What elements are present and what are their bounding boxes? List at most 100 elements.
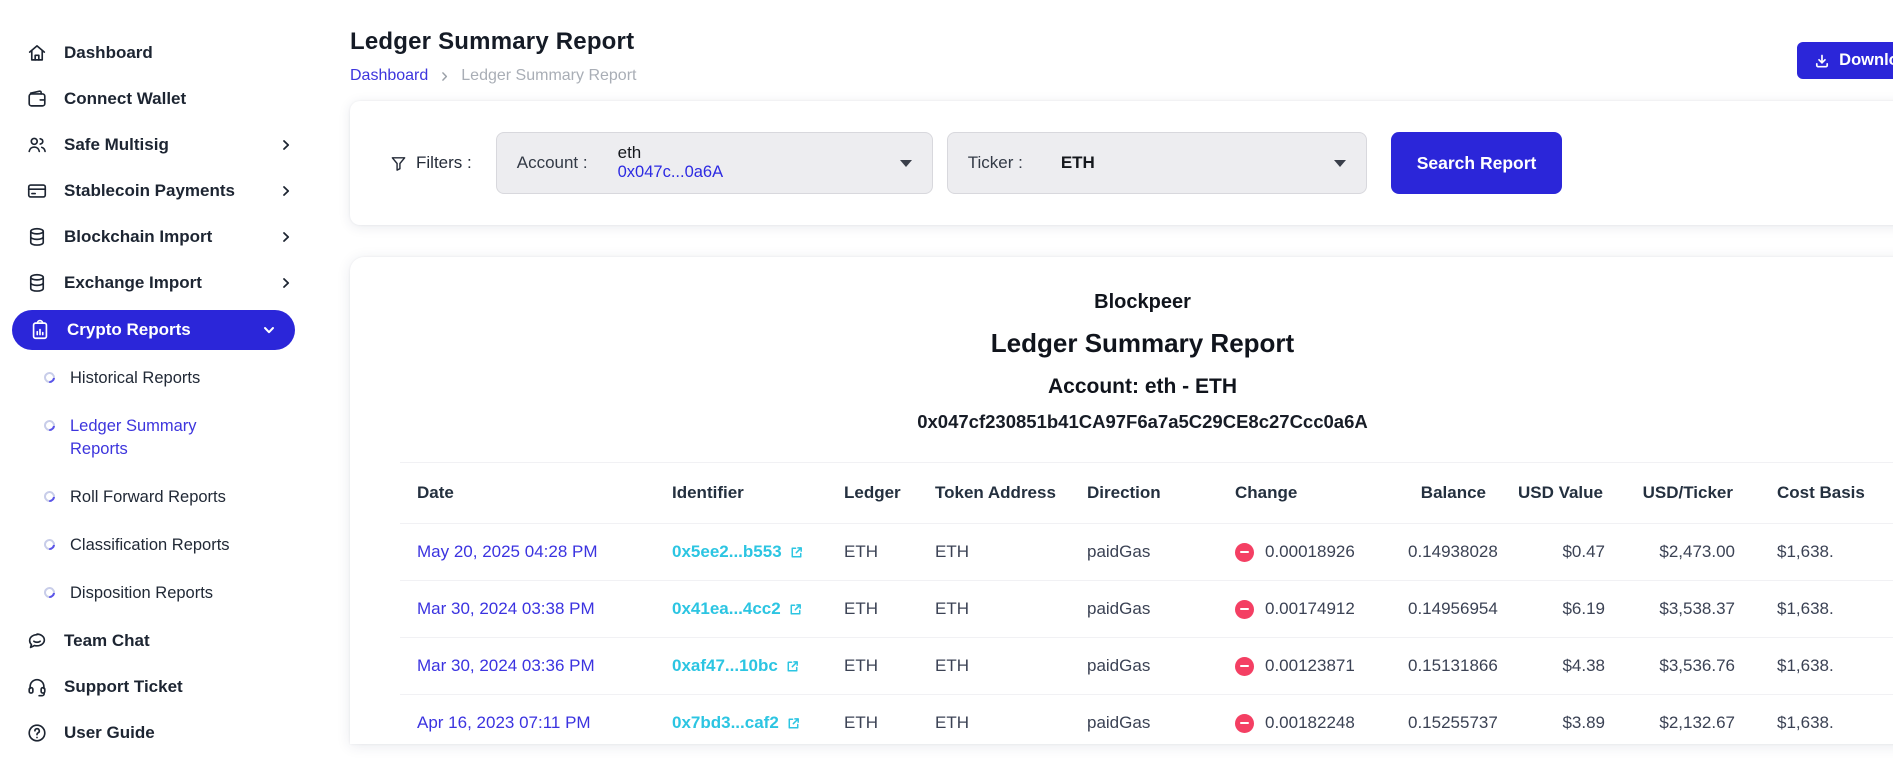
cell-balance: 0.14956954 (1408, 599, 1498, 618)
identifier-text: 0x41ea...4cc2 (672, 599, 781, 618)
table-row: Mar 30, 2024 03:38 PM 0x41ea...4cc2 ETH … (400, 581, 1893, 638)
sidebar-item-safe-multisig[interactable]: Safe Multisig (0, 122, 318, 168)
page-header: Ledger Summary Report Dashboard Ledger S… (350, 28, 1893, 85)
report-title: Ledger Summary Report (990, 328, 1295, 358)
cell-change: 0.00182248 (1218, 695, 1408, 744)
external-link-icon (788, 602, 803, 617)
cell-date[interactable]: Apr 16, 2023 07:11 PM (400, 695, 655, 744)
col-header-date: Date (417, 483, 454, 502)
sidebar-subitem-label: Disposition Reports (70, 584, 214, 603)
sidebar-item-blockchain-import[interactable]: Blockchain Import (0, 214, 318, 260)
cell-identifier-link[interactable]: 0xaf47...10bc (655, 638, 827, 694)
ticker-dropdown[interactable]: Ticker : ETH (946, 132, 1367, 194)
credit-card-icon (26, 180, 48, 202)
sidebar-item-label: User Guide (64, 722, 155, 742)
search-report-button[interactable]: Search Report (1390, 132, 1563, 194)
sidebar-item-team-chat[interactable]: Team Chat (0, 618, 318, 664)
question-circle-icon (26, 722, 48, 744)
sidebar-item-user-guide[interactable]: User Guide (0, 710, 318, 756)
chevron-right-icon (278, 275, 294, 291)
sidebar-subitem-disposition-reports[interactable]: Disposition Reports (0, 569, 318, 617)
filters-label-text: Filters : (416, 153, 472, 172)
cell-usd-ticker: $3,538.37 (1659, 599, 1735, 618)
sidebar-subitem-label: Ledger Summary Reports (70, 417, 197, 458)
cell-ledger: ETH (844, 599, 878, 618)
ticker-dropdown-label: Ticker : (967, 153, 1023, 172)
cell-usd-value: $3.89 (1562, 713, 1605, 732)
account-dropdown-label: Account : (516, 153, 588, 172)
account-dropdown[interactable]: Account : eth 0x047c...0a6A (495, 132, 933, 194)
cell-ledger: ETH (844, 656, 878, 675)
sidebar-subitem-historical-reports[interactable]: Historical Reports (0, 354, 318, 402)
chevron-right-icon (278, 183, 294, 199)
breadcrumb-separator-icon (438, 70, 451, 83)
sidebar-item-stablecoin-payments[interactable]: Stablecoin Payments (0, 168, 318, 214)
change-value: 0.00182248 (1265, 713, 1355, 732)
cell-date[interactable]: Mar 30, 2024 03:36 PM (400, 638, 655, 694)
col-header-balance: Balance (1420, 483, 1486, 502)
sidebar-item-dashboard[interactable]: Dashboard (0, 30, 318, 76)
table-row: Mar 30, 2024 03:36 PM 0xaf47...10bc ETH … (400, 638, 1893, 695)
cell-identifier-link[interactable]: 0x5ee2...b553 (655, 524, 827, 580)
sidebar-item-crypto-reports[interactable]: Crypto Reports (12, 310, 295, 350)
cell-token-address: ETH (935, 656, 969, 675)
chevron-right-icon (278, 137, 294, 153)
cell-ledger: ETH (844, 542, 878, 561)
cell-balance: 0.15255737 (1408, 713, 1498, 732)
col-header-usd-value: USD Value (1517, 483, 1603, 502)
sidebar-subitem-label: Roll Forward Reports (70, 487, 226, 506)
sidebar-subitem-ledger-summary-reports[interactable]: Ledger Summary Reports (0, 402, 318, 473)
sidebar-item-support-ticket[interactable]: Support Ticket (0, 664, 318, 710)
cell-date[interactable]: Mar 30, 2024 03:38 PM (400, 581, 655, 637)
breadcrumb-link-dashboard[interactable]: Dashboard (350, 67, 428, 85)
ticker-value: ETH (1060, 153, 1095, 172)
cell-date[interactable]: May 20, 2025 04:28 PM (400, 524, 655, 580)
app-root: Dashboard Connect Wallet Safe Multisig S… (0, 0, 1893, 759)
col-header-token-address: Token Address (935, 483, 1056, 502)
sidebar-item-label: Exchange Import (64, 273, 202, 292)
sidebar-subitem-roll-forward-reports[interactable]: Roll Forward Reports (0, 473, 318, 521)
table-row: May 20, 2025 04:28 PM 0x5ee2...b553 ETH … (400, 524, 1893, 581)
sidebar-item-label: Blockchain Import (64, 227, 213, 246)
dropdown-caret-icon (1333, 159, 1346, 167)
change-value: 0.00174912 (1265, 599, 1355, 618)
main-content: Ledger Summary Report Dashboard Ledger S… (318, 0, 1893, 759)
account-address: 0x047c...0a6A (617, 163, 724, 182)
chat-icon (26, 630, 48, 652)
table-header-row: Date Identifier Ledger Token Address Dir… (400, 462, 1893, 524)
cell-usd-value: $6.19 (1562, 599, 1605, 618)
breadcrumb: Dashboard Ledger Summary Report (350, 67, 636, 85)
cell-cost-basis: $1,638. (1777, 599, 1834, 618)
cell-token-address: ETH (935, 713, 969, 732)
cell-identifier-link[interactable]: 0x41ea...4cc2 (655, 581, 827, 637)
sidebar-subitem-label: Classification Reports (70, 536, 230, 555)
ring-icon (41, 418, 58, 434)
minus-circle-icon (1235, 656, 1254, 676)
col-header-direction: Direction (1087, 483, 1161, 502)
sidebar: Dashboard Connect Wallet Safe Multisig S… (0, 0, 318, 759)
chevron-down-icon (261, 322, 277, 338)
cell-identifier-link[interactable]: 0x7bd3...caf2 (655, 695, 827, 744)
report-header: Blockpeer Ledger Summary Report Account:… (350, 257, 1893, 433)
download-icon (1814, 53, 1830, 69)
cell-balance: 0.14938028 (1408, 542, 1498, 561)
database-icon (26, 272, 48, 294)
chevron-right-icon (278, 229, 294, 245)
cell-cost-basis: $1,638. (1777, 656, 1834, 675)
cell-token-address: ETH (935, 599, 969, 618)
external-link-icon (785, 659, 800, 674)
download-button[interactable]: Download (1797, 42, 1893, 79)
external-link-icon (789, 545, 804, 560)
sidebar-item-label: Stablecoin Payments (64, 181, 236, 200)
sidebar-subitem-classification-reports[interactable]: Classification Reports (0, 521, 318, 569)
sidebar-item-connect-wallet[interactable]: Connect Wallet (0, 76, 318, 122)
sidebar-item-exchange-import[interactable]: Exchange Import (0, 260, 318, 306)
minus-circle-icon (1235, 542, 1254, 562)
cell-change: 0.00174912 (1218, 581, 1408, 637)
clipboard-chart-icon (29, 319, 51, 341)
cell-cost-basis: $1,638. (1777, 713, 1834, 732)
ring-icon (41, 369, 58, 386)
filters-label: Filters : (390, 153, 472, 173)
cell-direction: paidGas (1087, 656, 1151, 675)
cell-usd-value: $4.38 (1562, 656, 1605, 675)
